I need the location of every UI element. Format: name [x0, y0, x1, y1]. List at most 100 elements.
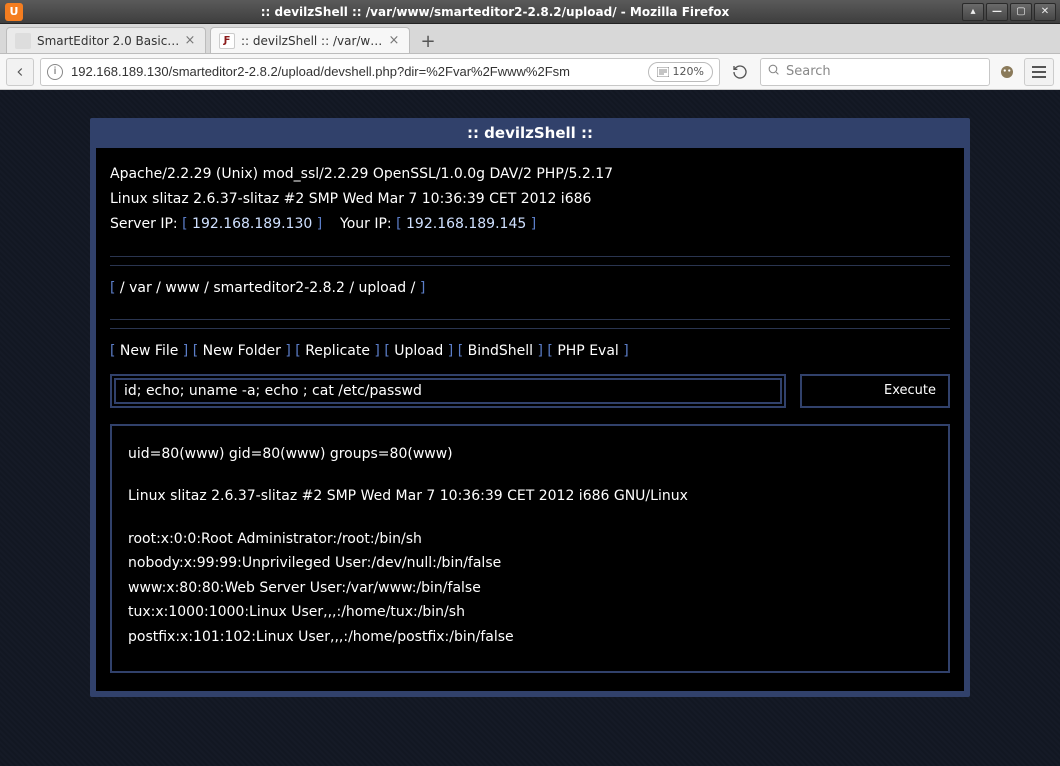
url-input[interactable]: [69, 63, 648, 80]
back-button[interactable]: [6, 58, 34, 86]
server-software: Apache/2.2.29 (Unix) mod_ssl/2.2.29 Open…: [110, 162, 950, 187]
breadcrumb-segment[interactable]: smarteditor2-2.8.2: [213, 280, 345, 296]
hamburger-menu-button[interactable]: [1024, 58, 1054, 86]
tab-close-button[interactable]: ×: [387, 34, 401, 48]
bracket-open: [: [193, 343, 203, 359]
output-line: root:x:0:0:Root Administrator:/root:/bin…: [128, 527, 932, 552]
hamburger-icon: [1031, 65, 1047, 79]
bracket-open: [: [295, 343, 305, 359]
breadcrumb-sep: /: [152, 280, 166, 296]
output-line: nobody:x:99:99:Unprivileged User:/dev/nu…: [128, 551, 932, 576]
server-ip-label: Server IP:: [110, 216, 178, 232]
search-placeholder: Search: [786, 64, 831, 79]
breadcrumb: [ / var / www / smarteditor2-2.8.2 / upl…: [110, 265, 950, 311]
os-titlebar: U :: devilzShell :: /var/www/smarteditor…: [0, 0, 1060, 24]
bracket-open: [: [458, 343, 468, 359]
action-bar: [ New File ] [ New Folder ] [ Replicate …: [110, 328, 950, 374]
output-line: uid=80(www) gid=80(www) groups=80(www): [128, 442, 932, 467]
page-body: :: devilzShell :: Apache/2.2.29 (Unix) m…: [0, 90, 1060, 766]
server-ip: 192.168.189.130: [192, 216, 312, 232]
action-php-eval[interactable]: PHP Eval: [557, 343, 618, 359]
bracket-open: [: [396, 216, 406, 232]
output-line: tux:x:1000:1000:Linux User,,,:/home/tux:…: [128, 600, 932, 625]
action-bindshell[interactable]: BindShell: [468, 343, 533, 359]
output-line: [128, 509, 932, 527]
divider: [110, 319, 950, 320]
output-line: postfix:x:101:102:Linux User,,,:/home/po…: [128, 625, 932, 650]
bracket-close: ]: [443, 343, 453, 359]
browser-tab[interactable]: SmartEditor 2.0 Basic Vul… ×: [6, 27, 206, 53]
divider: [110, 256, 950, 257]
tab-strip: SmartEditor 2.0 Basic Vul… × Ƒ :: devilz…: [0, 24, 1060, 54]
browser-chrome: SmartEditor 2.0 Basic Vul… × Ƒ :: devilz…: [0, 24, 1060, 766]
window-controls: ▴ — ▢ ✕: [962, 3, 1060, 21]
your-ip-label: Your IP:: [340, 216, 392, 232]
tab-label: :: devilzShell :: /var/ww…: [241, 34, 387, 48]
tab-close-button[interactable]: ×: [183, 34, 197, 48]
bracket-open: [: [182, 216, 192, 232]
breadcrumb-root[interactable]: /: [120, 280, 129, 296]
breadcrumb-sep: /: [200, 280, 214, 296]
bracket-open: [: [110, 343, 120, 359]
ip-line: Server IP: [ 192.168.189.130 ] Your IP: …: [110, 212, 950, 237]
arrow-left-icon: [13, 65, 27, 79]
bracket-close: ]: [370, 343, 380, 359]
shell-title: :: devilzShell ::: [96, 124, 964, 148]
bracket-close: ]: [533, 343, 543, 359]
zoom-indicator[interactable]: 120%: [648, 62, 713, 82]
action-new-folder[interactable]: New Folder: [203, 343, 281, 359]
action-upload[interactable]: Upload: [394, 343, 443, 359]
output-line: Linux slitaz 2.6.37-slitaz #2 SMP Wed Ma…: [128, 484, 932, 509]
execute-row: Execute: [110, 374, 950, 408]
window-minimize-button[interactable]: —: [986, 3, 1008, 21]
action-replicate[interactable]: Replicate: [305, 343, 370, 359]
reload-icon: [732, 64, 748, 80]
os-window: U :: devilzShell :: /var/www/smarteditor…: [0, 0, 1060, 766]
output-line: [128, 466, 932, 484]
command-output: uid=80(www) gid=80(www) groups=80(www) Li…: [110, 424, 950, 674]
reload-button[interactable]: [726, 58, 754, 86]
action-new-file[interactable]: New File: [120, 343, 178, 359]
nav-toolbar: i 120% Search: [0, 54, 1060, 90]
breadcrumb-sep: /: [345, 280, 359, 296]
window-maximize-button[interactable]: ▢: [1010, 3, 1032, 21]
search-icon: [767, 63, 780, 80]
window-rollup-button[interactable]: ▴: [962, 3, 984, 21]
server-info-section: Apache/2.2.29 (Unix) mod_ssl/2.2.29 Open…: [110, 162, 950, 248]
favicon-devilzshell-icon: Ƒ: [219, 33, 235, 49]
browser-tab-active[interactable]: Ƒ :: devilzShell :: /var/ww… ×: [210, 27, 410, 53]
bracket-close: ]: [619, 343, 629, 359]
greasemonkey-icon[interactable]: [996, 61, 1018, 83]
output-line: www:x:80:80:Web Server User:/var/www:/bi…: [128, 576, 932, 601]
bracket-close: ]: [526, 216, 536, 232]
bracket-close: ]: [420, 280, 425, 296]
execute-button[interactable]: Execute: [800, 374, 950, 408]
your-ip: 192.168.189.145: [406, 216, 526, 232]
window-title: :: devilzShell :: /var/www/smarteditor2-…: [28, 5, 962, 19]
zoom-percent: 120%: [673, 65, 704, 78]
bracket-open: [: [384, 343, 394, 359]
bracket-open: [: [547, 343, 557, 359]
app-logo-badge: U: [5, 3, 23, 21]
breadcrumb-segment[interactable]: www: [165, 280, 199, 296]
new-tab-button[interactable]: +: [414, 29, 442, 53]
tab-label: SmartEditor 2.0 Basic Vul…: [37, 34, 183, 48]
breadcrumb-segment[interactable]: upload: [359, 280, 407, 296]
search-bar[interactable]: Search: [760, 58, 990, 86]
url-bar[interactable]: i 120%: [40, 58, 720, 86]
server-uname: Linux slitaz 2.6.37-slitaz #2 SMP Wed Ma…: [110, 187, 950, 212]
reader-icon: [657, 67, 669, 77]
command-input[interactable]: [114, 378, 782, 404]
app-logo: U: [0, 3, 28, 21]
site-info-icon[interactable]: i: [47, 64, 63, 80]
command-wrap: [110, 374, 786, 408]
shell-body: Apache/2.2.29 (Unix) mod_ssl/2.2.29 Open…: [96, 148, 964, 691]
bracket-close: ]: [312, 216, 322, 232]
breadcrumb-sep: /: [406, 280, 420, 296]
window-close-button[interactable]: ✕: [1034, 3, 1056, 21]
breadcrumb-segment[interactable]: var: [129, 280, 152, 296]
page-viewport[interactable]: :: devilzShell :: Apache/2.2.29 (Unix) m…: [0, 90, 1060, 766]
bracket-close: ]: [178, 343, 188, 359]
bracket-open: [: [110, 280, 120, 296]
favicon-blank-icon: [15, 33, 31, 49]
